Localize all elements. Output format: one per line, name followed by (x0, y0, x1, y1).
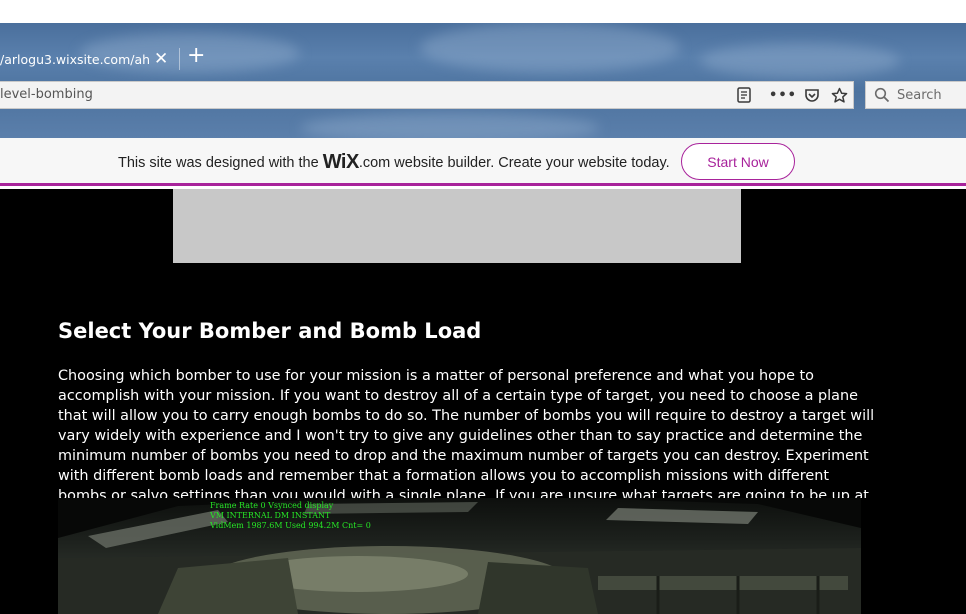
hud-overlay: Frame Rate 0 Vsynced display VM INTERNAL… (210, 501, 371, 531)
section-paragraph: Choosing which bomber to use for your mi… (58, 368, 875, 498)
section-heading: Select Your Bomber and Bomb Load (58, 319, 482, 343)
hud-line: VidMem 1987.6M Used 994.2M Cnt= 0 (210, 521, 371, 530)
hangar-screenshot: Frame Rate 0 Vsynced display VM INTERNAL… (58, 498, 861, 614)
image-placeholder (173, 189, 741, 263)
search-input[interactable]: Search (865, 81, 966, 109)
screen-top-strip (0, 0, 966, 23)
reader-view-icon[interactable] (734, 86, 754, 104)
wix-logo: WiX (322, 151, 360, 173)
hud-line: Frame Rate 0 Vsynced display (210, 501, 334, 510)
wix-banner-message: This site was designed with the WiX.com … (118, 151, 670, 174)
new-tab-button[interactable]: + (187, 43, 205, 68)
tab-separator (179, 48, 180, 70)
search-placeholder: Search (897, 88, 942, 103)
search-icon (874, 87, 890, 107)
browser-tab[interactable]: /arlogu3.wixsite.com/ah-level ✕ (0, 45, 174, 73)
url-text: level-bombing (0, 87, 93, 102)
hud-line: VM INTERNAL DM INSTANT (210, 511, 331, 520)
wix-banner: This site was designed with the WiX.com … (0, 138, 966, 186)
wix-message-end: .com website builder. Create your websit… (358, 155, 670, 171)
pocket-icon[interactable] (802, 86, 822, 104)
page-actions-icon[interactable]: ••• (769, 86, 796, 104)
address-bar[interactable]: level-bombing ••• (0, 81, 854, 109)
wix-message-start: This site was designed with the (118, 155, 323, 171)
browser-chrome: /arlogu3.wixsite.com/ah-level ✕ + level-… (0, 23, 966, 138)
tab-title: /arlogu3.wixsite.com/ah-level (0, 51, 150, 67)
tab-close-icon[interactable]: ✕ (154, 49, 168, 69)
start-now-button[interactable]: Start Now (681, 143, 795, 180)
page-content: Select Your Bomber and Bomb Load Choosin… (0, 189, 966, 614)
bookmark-star-icon[interactable] (829, 86, 849, 104)
